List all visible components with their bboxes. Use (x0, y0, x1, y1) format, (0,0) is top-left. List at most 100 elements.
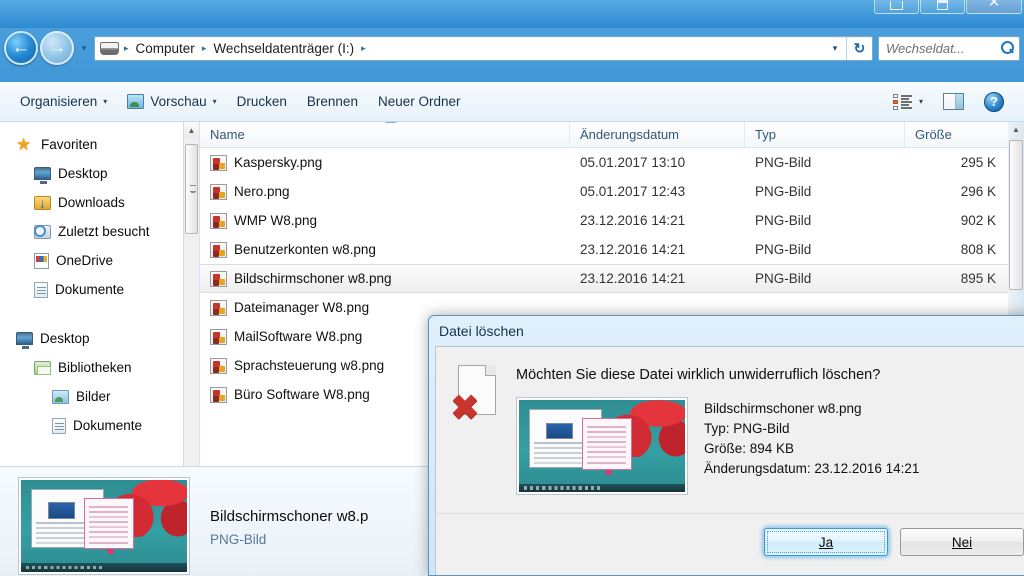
png-file-icon (210, 270, 227, 287)
png-file-icon (210, 212, 227, 229)
star-icon: ★ (16, 134, 32, 154)
page-fold-shape (485, 365, 496, 376)
yes-button[interactable]: Ja (764, 528, 888, 556)
table-row[interactable]: Benutzerkonten w8.png 23.12.2016 14:21 P… (200, 235, 1024, 264)
dialog-file-type: Typ: PNG-Bild (704, 421, 790, 436)
chevron-down-icon: ▾ (81, 42, 87, 53)
thumbnail-image (519, 400, 685, 492)
breadcrumb-separator[interactable]: ▸ (198, 43, 211, 54)
png-file-icon (210, 386, 227, 403)
chevron-up-icon: ▲ (1012, 125, 1020, 134)
history-dropdown-button[interactable]: ▾ (76, 43, 92, 54)
column-header-size[interactable]: Größe (905, 122, 1010, 148)
file-date-cell: 23.12.2016 14:21 (580, 271, 686, 286)
back-button[interactable]: ← (4, 31, 38, 65)
preview-icon (127, 94, 145, 109)
column-header-name[interactable]: Name (200, 122, 570, 148)
scroll-up-button[interactable]: ▲ (184, 122, 199, 138)
file-type-cell: PNG-Bild (755, 271, 812, 286)
sidebar-item-bibliotheken[interactable]: Bibliotheken (0, 353, 199, 382)
breadcrumb-item-drive[interactable]: Wechseldatenträger (I:) (210, 40, 357, 57)
address-bar[interactable]: ▸ Computer ▸ Wechseldatenträger (I:) ▸ ▾… (94, 35, 873, 61)
scrollbar-thumb[interactable] (1009, 140, 1023, 290)
column-header-date[interactable]: Änderungsdatum (570, 122, 745, 148)
scrollbar-thumb[interactable] (185, 144, 198, 234)
table-row[interactable]: Nero.png 05.01.2017 12:43 PNG-Bild 296 K (200, 177, 1024, 206)
navigation-list: ★ Favoriten Desktop Downloads Zuletzt be… (0, 122, 199, 440)
back-arrow-icon: ← (11, 37, 31, 58)
file-name-cell[interactable]: Bildschirmschoner w8.png (200, 270, 570, 287)
sidebar-group-desktop[interactable]: Desktop (0, 324, 199, 353)
sidebar-group-favoriten[interactable]: ★ Favoriten (0, 130, 199, 159)
png-file-icon (210, 241, 227, 258)
search-input[interactable]: Wechseldat... (886, 41, 1001, 56)
no-button-label: Nei (951, 534, 973, 550)
sidebar-item-label: Dokumente (55, 282, 125, 297)
red-x-icon: ✖ (450, 389, 480, 427)
close-button[interactable]: ✕ (966, 0, 1022, 14)
thumbnail-image (21, 479, 187, 572)
preview-button[interactable]: Vorschau ▾ (117, 90, 226, 113)
view-options-button[interactable]: ▾ (883, 90, 933, 114)
dialog-file-info: Bildschirmschoner w8.png Typ: PNG-Bild G… (516, 397, 1024, 495)
thumbnail-window-2 (582, 418, 632, 470)
file-name-cell[interactable]: Nero.png (200, 183, 570, 200)
monitor-icon (16, 332, 33, 349)
help-button[interactable]: ? (974, 88, 1014, 116)
sidebar-item-onedrive[interactable]: OneDrive (0, 246, 199, 275)
onedrive-icon (34, 252, 49, 269)
sidebar-item-downloads[interactable]: Downloads (0, 188, 199, 217)
breadcrumb: ▸ Computer ▸ Wechseldatenträger (I:) ▸ (100, 40, 824, 57)
table-row[interactable]: Kaspersky.png 05.01.2017 13:10 PNG-Bild … (200, 148, 1024, 177)
table-row-selected[interactable]: Bildschirmschoner w8.png 23.12.2016 14:2… (200, 264, 1024, 293)
preview-pane-button[interactable] (933, 89, 974, 114)
sidebar-item-bilder[interactable]: Bilder (0, 382, 199, 411)
refresh-button[interactable]: ↻ (846, 36, 872, 60)
breadcrumb-item-computer[interactable]: Computer (133, 40, 198, 57)
dialog-file-modified: Änderungsdatum: 23.12.2016 14:21 (704, 461, 920, 476)
file-name-cell[interactable]: Kaspersky.png (200, 154, 570, 171)
file-name-label: Benutzerkonten w8.png (234, 242, 376, 257)
pictures-icon (52, 389, 69, 404)
breadcrumb-separator[interactable]: ▸ (120, 43, 133, 54)
sidebar-item-label: Bilder (76, 389, 111, 404)
chevron-up-icon: ▲ (187, 125, 196, 135)
window-controls: ✕ (874, 0, 1022, 14)
minimize-button[interactable] (874, 0, 919, 14)
minimize-icon (890, 1, 903, 10)
no-button[interactable]: Nei (900, 528, 1024, 556)
scroll-up-button[interactable]: ▲ (1008, 122, 1024, 138)
delete-file-icon: ✖ (450, 363, 502, 425)
sidebar-item-desktop[interactable]: Desktop (0, 159, 199, 188)
sidebar-item-dokumente-lib[interactable]: Dokumente (0, 411, 199, 440)
file-name-cell[interactable]: WMP W8.png (200, 212, 570, 229)
file-name-label: Büro Software W8.png (234, 387, 370, 402)
print-label: Drucken (236, 94, 287, 109)
column-header-type[interactable]: Typ (745, 122, 905, 148)
search-box[interactable]: Wechseldat... (878, 35, 1020, 61)
organize-button[interactable]: Organisieren ▾ (10, 90, 117, 113)
file-date-cell: 05.01.2017 12:43 (580, 184, 686, 199)
sidebar-item-dokumente[interactable]: Dokumente (0, 275, 199, 304)
new-folder-button[interactable]: Neuer Ordner (368, 90, 471, 113)
file-name-cell[interactable]: Benutzerkonten w8.png (200, 241, 570, 258)
file-name-label: MailSoftware W8.png (234, 329, 363, 344)
file-name-cell[interactable]: Dateimanager W8.png (200, 299, 570, 316)
forward-button[interactable]: → (40, 31, 74, 65)
thumbnail-cursor-dot (107, 549, 114, 554)
address-dropdown-button[interactable]: ▾ (824, 43, 846, 54)
help-icon: ? (984, 91, 1004, 112)
dialog-file-size: Größe: 894 KB (704, 441, 795, 456)
dialog-footer: Ja Nei (435, 513, 1024, 575)
sidebar-item-zuletzt-besucht[interactable]: Zuletzt besucht (0, 217, 199, 246)
chevron-down-icon: ▾ (103, 97, 108, 106)
downloads-folder-icon (34, 195, 51, 211)
dialog-file-name: Bildschirmschoner w8.png (704, 401, 862, 416)
table-row[interactable]: WMP W8.png 23.12.2016 14:21 PNG-Bild 902… (200, 206, 1024, 235)
maximize-button[interactable] (920, 0, 965, 14)
breadcrumb-separator[interactable]: ▸ (357, 43, 370, 54)
burn-button[interactable]: Brennen (297, 90, 368, 113)
search-icon (1001, 41, 1015, 55)
column-header-row: Name Änderungsdatum Typ Größe (200, 122, 1024, 148)
print-button[interactable]: Drucken (227, 90, 297, 113)
